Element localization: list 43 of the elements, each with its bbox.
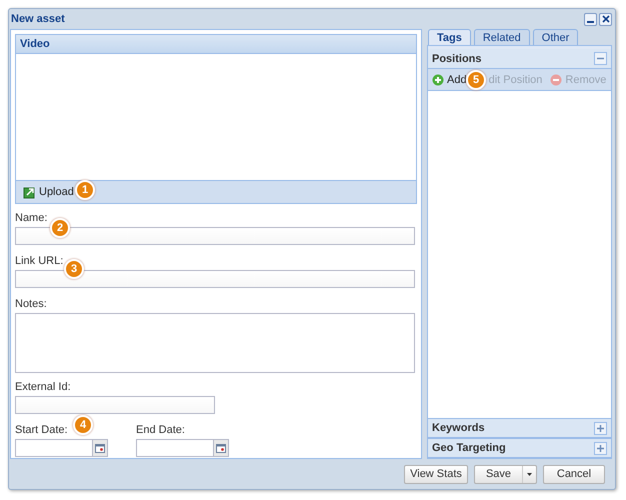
close-icon [602,15,610,23]
save-button[interactable]: Save [475,466,522,482]
field-label: Link URL: [15,255,64,268]
close-button[interactable] [599,12,612,26]
minimize-button[interactable] [584,12,597,26]
tab[interactable]: Tags [428,29,471,45]
date-field[interactable] [15,439,93,457]
footer-button[interactable]: Cancel [543,464,605,484]
tab[interactable]: Other [532,29,578,45]
caret-icon [527,472,532,476]
minus-icon [597,55,604,62]
notes-field[interactable] [15,313,415,373]
field-label: External Id: [15,381,71,394]
upload-arrow-icon [23,186,36,198]
calendar-button[interactable] [93,439,108,457]
collapse-button[interactable] [594,52,607,65]
section-title: Positions [432,52,482,64]
plus-icon [597,424,604,432]
minus-circle-icon [550,74,562,86]
calendar-icon [216,444,226,452]
section-title: Geo Targeting [432,442,506,454]
section-header[interactable]: Keywords [428,418,611,438]
expand-button[interactable] [594,422,607,434]
plus-circle-icon [432,74,444,86]
date-field[interactable] [136,439,214,457]
field-label: Name: [15,212,48,225]
tab[interactable]: Related [474,29,530,45]
window-title: New asset [11,13,66,25]
field-label: Start Date: [15,424,68,437]
section-header[interactable]: Positions [428,49,611,69]
expand-button[interactable] [594,442,607,454]
plus-icon [597,444,604,452]
calendar-button[interactable] [214,439,229,457]
section-title: Keywords [432,422,485,434]
field-label: Notes: [15,298,47,311]
save-split-button[interactable]: Save [474,464,537,484]
upload-button[interactable]: Upload [20,186,77,198]
calendar-icon [95,444,105,452]
footer-button[interactable]: View Stats [404,464,468,484]
panel-title: Video [16,35,416,54]
section-header[interactable]: Geo Targeting [428,438,611,458]
field-label: End Date: [136,424,185,437]
text-field[interactable] [15,396,215,414]
